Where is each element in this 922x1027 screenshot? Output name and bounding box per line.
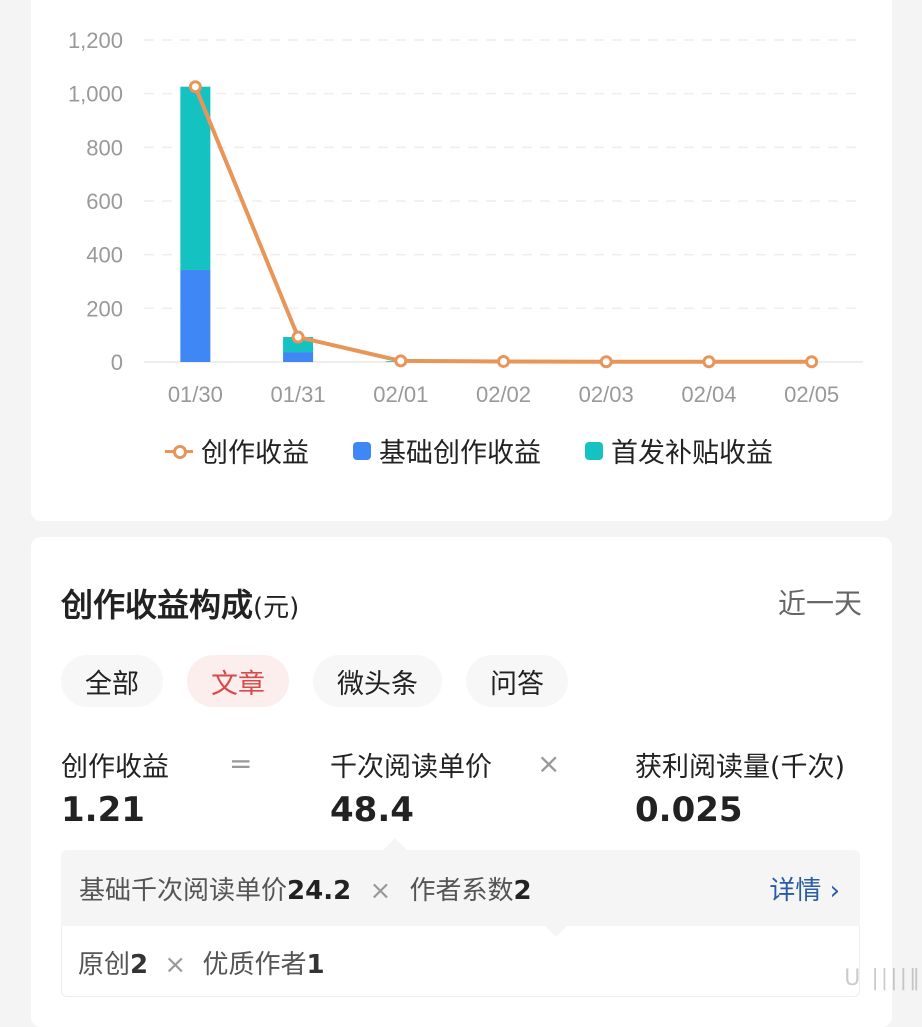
y-tick-label: 1,000 xyxy=(68,82,123,107)
quality-author-label: 优质作者 xyxy=(202,950,307,980)
legend-item-first-publish-subsidy[interactable]: 首发补贴收益 xyxy=(585,431,773,470)
line-point xyxy=(291,330,305,344)
cpm-metric: 千次阅读单价 48.4 xyxy=(330,745,492,830)
line-point xyxy=(702,355,716,369)
x-tick-label: 02/01 xyxy=(373,382,428,407)
tab-micro-post[interactable]: 微头条 xyxy=(313,655,442,707)
original-value: 2 xyxy=(130,950,149,980)
creation-income-metric: 创作收益 1.21 xyxy=(61,745,169,830)
times-sign: × xyxy=(537,747,561,780)
x-tick-label: 01/30 xyxy=(168,382,223,407)
line-point xyxy=(394,354,408,368)
original-label: 原创 xyxy=(78,950,131,980)
bars xyxy=(180,86,416,362)
y-tick-label: 0 xyxy=(111,350,123,375)
section-title: 创作收益构成(元) xyxy=(61,580,299,626)
times-sign: × xyxy=(164,950,187,980)
metric-value: 0.025 xyxy=(635,790,743,830)
metric-label: 获利阅读量(千次) xyxy=(635,752,846,783)
details-link[interactable]: 详情 › xyxy=(769,870,840,907)
x-tick-label: 02/02 xyxy=(476,382,531,407)
x-axis-ticks: 01/30 01/31 02/01 02/02 02/03 02/04 02/05 xyxy=(168,382,839,407)
cpm-breakdown: 基础千次阅读单价24.2 × 作者系数2 详情 › xyxy=(61,838,860,926)
profitable-reads-metric: 获利阅读量(千次) 0.025 xyxy=(635,745,845,830)
x-tick-label: 01/31 xyxy=(271,382,326,407)
teal-square-icon xyxy=(585,441,603,460)
line-point xyxy=(599,355,613,369)
base-cpm-value: 24.2 xyxy=(287,876,352,906)
unit-text: (元) xyxy=(253,593,300,623)
bar-segment xyxy=(180,269,211,362)
x-tick-label: 02/04 xyxy=(681,382,736,407)
tab-all[interactable]: 全部 xyxy=(61,655,163,707)
composition-card: 创作收益构成(元) 近一天 全部 文章 微头条 问答 创作收益 1.21 = 千… xyxy=(31,537,892,1027)
watermark-icon: U ||||‖ xyxy=(844,966,922,991)
y-tick-label: 800 xyxy=(86,135,123,160)
metric-value: 1.21 xyxy=(61,790,145,830)
metric-label: 创作收益 xyxy=(61,752,169,783)
cpm-breakdown-text: 基础千次阅读单价24.2 × 作者系数2 xyxy=(79,870,532,907)
line-marker-icon xyxy=(165,442,193,460)
legend-label: 首发补贴收益 xyxy=(611,438,773,469)
author-coef-text: 原创2 × 优质作者1 xyxy=(78,944,325,981)
line-point xyxy=(497,354,510,368)
grid-lines xyxy=(144,39,863,363)
line-point xyxy=(805,355,819,369)
times-sign: × xyxy=(369,876,392,906)
bar-segment xyxy=(283,352,314,362)
author-coef-breakdown: 原创2 × 优质作者1 xyxy=(61,925,860,997)
tab-qa[interactable]: 问答 xyxy=(466,655,568,707)
legend-label: 创作收益 xyxy=(201,438,309,469)
y-tick-label: 400 xyxy=(86,243,123,268)
chart-legend: 创作收益 基础创作收益 首发补贴收益 xyxy=(165,431,817,470)
line-path xyxy=(193,85,812,364)
earnings-chart: 1,2001,0008006004002000 01/30 01/31 02/01 0… xyxy=(68,28,863,407)
tab-article[interactable]: 文章 xyxy=(187,655,289,707)
metric-label: 千次阅读单价 xyxy=(330,752,492,783)
y-axis-ticks: 1,200 1,000 800 600 400 200 0 xyxy=(68,28,123,375)
legend-item-creation-income[interactable]: 创作收益 xyxy=(165,431,309,470)
line-series xyxy=(188,80,819,369)
author-coef-label: 作者系数 xyxy=(409,876,514,906)
author-coef-value: 2 xyxy=(513,876,532,906)
y-tick-label: 200 xyxy=(86,296,123,321)
line-point xyxy=(188,80,202,94)
legend-label: 基础创作收益 xyxy=(379,438,541,469)
blue-square-icon xyxy=(353,441,371,460)
metric-value: 48.4 xyxy=(330,790,414,830)
legend-item-base-income[interactable]: 基础创作收益 xyxy=(353,431,541,470)
equals-sign: = xyxy=(229,747,253,780)
quality-author-value: 1 xyxy=(306,950,325,980)
earnings-chart-card: 1,200 1,000 800 600 400 200 0 01/30 01/31 02/01 0… xyxy=(31,0,892,521)
base-cpm-label: 基础千次阅读单价 xyxy=(79,876,288,906)
x-tick-label: 02/03 xyxy=(579,382,634,407)
x-tick-label: 02/05 xyxy=(784,382,839,407)
title-text: 创作收益构成 xyxy=(61,586,254,624)
time-range-selector[interactable]: 近一天 xyxy=(778,582,862,622)
content-type-tabs: 全部 文章 微头条 问答 xyxy=(61,655,592,707)
y-tick-label: 1,200 xyxy=(68,28,123,53)
y-tick-label: 600 xyxy=(86,189,123,214)
